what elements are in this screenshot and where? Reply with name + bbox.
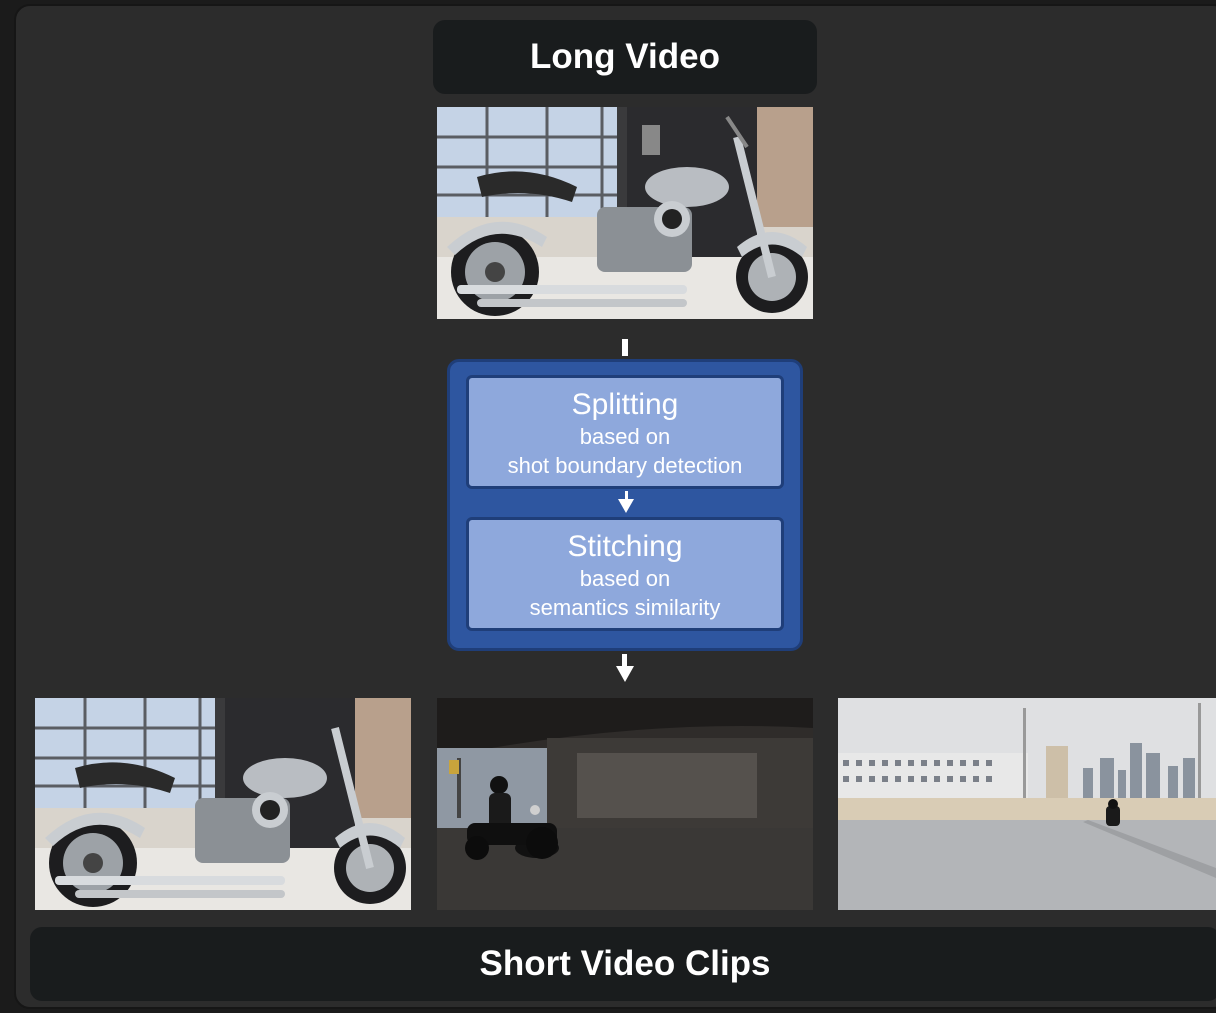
step-splitting: Splitting based on shot boundary detecti…	[466, 375, 784, 489]
step-subtitle: based on	[579, 424, 671, 449]
connector-line-top	[622, 339, 628, 356]
down-arrow-icon	[618, 499, 634, 513]
connector-line-mid	[625, 491, 628, 499]
step-title: Splitting	[571, 388, 679, 421]
step-subtitle: semantics similarity	[529, 595, 721, 620]
rider-image	[437, 698, 813, 910]
short-video-clips-title: Short Video Clips	[30, 927, 1216, 1001]
step-subtitle: shot boundary detection	[507, 453, 743, 478]
down-arrow-icon	[616, 666, 634, 682]
long-video-frame	[437, 107, 813, 319]
step-subtitle: based on	[579, 566, 671, 591]
motorcycle-image	[437, 107, 813, 319]
city-bridge-image	[838, 698, 1216, 910]
clip-rider-on-bridge-city	[838, 698, 1216, 910]
clip-rider-under-bridge	[437, 698, 813, 910]
step-stitching: Stitching based on semantics similarity	[466, 517, 784, 631]
long-video-label: Long Video	[530, 37, 720, 76]
long-video-title: Long Video	[433, 20, 817, 94]
connector-line-bottom	[622, 654, 627, 666]
step-title: Stitching	[567, 530, 683, 563]
clip-motorcycle-showroom	[35, 698, 411, 910]
motorcycle-image	[35, 698, 411, 910]
processing-block: Splitting based on shot boundary detecti…	[447, 359, 803, 651]
short-video-clips-label: Short Video Clips	[479, 944, 771, 983]
